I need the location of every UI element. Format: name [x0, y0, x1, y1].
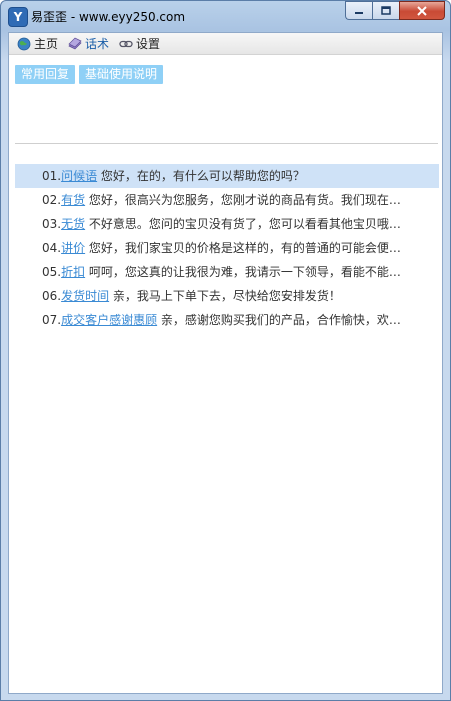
close-button[interactable] [399, 1, 445, 20]
item-keyword-link[interactable]: 发货时间 [61, 289, 109, 303]
nav-home-label: 主页 [34, 37, 59, 51]
item-number: 02. [42, 193, 62, 207]
item-text: 您好，很高兴为您服务，您刚才说的商品有货。我们现在… [85, 193, 401, 207]
maximize-icon [381, 6, 391, 15]
main-panel: 主页 话术 设置 常用回复 基础使用说明 01.问候语 您好，在的，有什么可以帮… [8, 32, 443, 694]
close-icon [417, 5, 427, 16]
item-number: 07. [42, 313, 62, 327]
window-controls [345, 1, 445, 21]
maximize-button[interactable] [372, 1, 399, 20]
list-item[interactable]: 01.问候语 您好，在的，有什么可以帮助您的吗？ [15, 164, 439, 188]
divider [15, 143, 438, 144]
list-item[interactable]: 04.讲价 您好，我们家宝贝的价格是这样的，有的普通的可能会便… [15, 236, 439, 260]
list-item[interactable]: 07.成交客户感谢惠顾 亲，感谢您购买我们的产品，合作愉快，欢… [15, 308, 439, 332]
nav-scripts[interactable]: 话术 [68, 35, 109, 52]
minimize-button[interactable] [345, 1, 372, 20]
item-number: 01. [42, 169, 62, 183]
list-item[interactable]: 06.发货时间 亲，我马上下单下去，尽快给您安排发货！ [15, 284, 439, 308]
nav-bar: 主页 话术 设置 [9, 33, 442, 55]
item-text: 呵呵，您这真的让我很为难，我请示一下领导，看能不能… [85, 265, 401, 279]
app-logo-icon: Y [8, 7, 28, 27]
item-text: 您好，在的，有什么可以帮助您的吗？ [97, 169, 305, 183]
list-item[interactable]: 03.无货 不好意思。您问的宝贝没有货了，您可以看看其他宝贝哦… [15, 212, 439, 236]
item-keyword-link[interactable]: 成交客户感谢惠顾 [61, 313, 157, 327]
item-keyword-link[interactable]: 折扣 [61, 265, 85, 279]
item-keyword-link[interactable]: 无货 [61, 217, 85, 231]
nav-home[interactable]: 主页 [17, 35, 58, 52]
list-item[interactable]: 05.折扣 呵呵，您这真的让我很为难，我请示一下领导，看能不能… [15, 260, 439, 284]
item-keyword-link[interactable]: 问候语 [61, 169, 97, 183]
item-text: 亲，感谢您购买我们的产品，合作愉快，欢… [157, 313, 401, 327]
link-icon [119, 40, 133, 47]
list-item[interactable]: 02.有货 您好，很高兴为您服务，您刚才说的商品有货。我们现在… [15, 188, 439, 212]
minimize-icon [355, 11, 363, 14]
item-keyword-link[interactable]: 有货 [61, 193, 85, 207]
item-number: 06. [42, 289, 62, 303]
item-text: 不好意思。您问的宝贝没有货了，您可以看看其他宝贝哦… [85, 217, 401, 231]
item-text: 亲，我马上下单下去，尽快给您安排发货！ [109, 289, 341, 303]
item-keyword-link[interactable]: 讲价 [61, 241, 85, 255]
reply-list: 01.问候语 您好，在的，有什么可以帮助您的吗？ 02.有货 您好，很高兴为您服… [15, 164, 439, 332]
item-number: 04. [42, 241, 62, 255]
toolbar: 常用回复 基础使用说明 [15, 65, 167, 84]
title-bar[interactable]: Y 易歪歪 - www.eyy250.com [1, 1, 450, 31]
basic-help-button[interactable]: 基础使用说明 [79, 65, 164, 84]
item-text: 您好，我们家宝贝的价格是这样的，有的普通的可能会便… [85, 241, 401, 255]
app-window: Y 易歪歪 - www.eyy250.com 主页 话术 设置 常用回复 基础使… [0, 0, 451, 701]
item-number: 05. [42, 265, 62, 279]
item-number: 03. [42, 217, 62, 231]
window-title: 易歪歪 - www.eyy250.com [31, 10, 186, 24]
nav-scripts-label: 话术 [85, 37, 110, 51]
nav-settings-label: 设置 [136, 37, 161, 51]
book-icon [68, 37, 82, 49]
common-reply-button[interactable]: 常用回复 [15, 65, 76, 84]
nav-settings[interactable]: 设置 [119, 35, 160, 52]
globe-icon [17, 37, 31, 50]
